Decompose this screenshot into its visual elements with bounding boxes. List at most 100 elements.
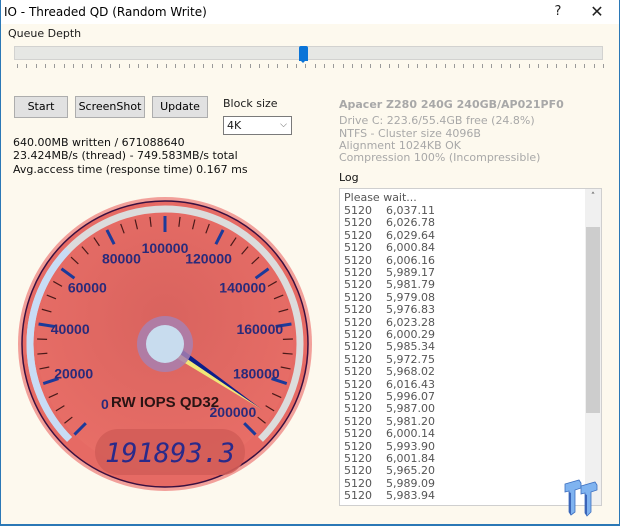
start-button[interactable]: Start bbox=[14, 96, 68, 118]
gauge-tick-label: 120000 bbox=[185, 250, 232, 266]
log-value: 5,981.79 bbox=[386, 278, 435, 292]
slider-tick bbox=[258, 64, 260, 68]
log-value: 5,985.34 bbox=[386, 340, 435, 354]
slider-tick bbox=[249, 64, 251, 68]
slider-tick bbox=[575, 64, 577, 68]
log-block-size: 5120 bbox=[344, 489, 372, 503]
log-value: 5,968.02 bbox=[386, 365, 435, 379]
queue-depth-label: Queue Depth bbox=[8, 27, 82, 40]
slider-tick bbox=[361, 64, 363, 68]
log-block-size: 5120 bbox=[344, 390, 372, 403]
gauge-minor-tick bbox=[282, 352, 293, 355]
log-value: 6,023.28 bbox=[386, 315, 435, 329]
log-block-size: 5120 bbox=[344, 266, 372, 279]
slider-tick bbox=[72, 64, 74, 68]
slider-tick bbox=[537, 64, 539, 68]
queue-depth-slider[interactable] bbox=[14, 46, 603, 60]
chevron-down-icon: ⌵ bbox=[280, 120, 287, 130]
slider-tick bbox=[156, 64, 158, 68]
scroll-up-icon[interactable]: ˄ bbox=[585, 189, 601, 206]
drive-info-compression: Compression 100% (Incompressible) bbox=[339, 151, 541, 164]
gauge-tick-label: 0 bbox=[101, 396, 109, 412]
slider-tick bbox=[491, 64, 493, 68]
close-button[interactable]: ✕ bbox=[584, 2, 610, 22]
log-block-size: 5120 bbox=[344, 315, 372, 329]
scroll-thumb[interactable] bbox=[586, 227, 600, 413]
written-stat: 640.00MB written / 671088640 bbox=[13, 136, 185, 149]
log-block-size: 5120 bbox=[344, 216, 372, 230]
update-button[interactable]: Update bbox=[152, 96, 208, 118]
slider-tick bbox=[509, 64, 511, 68]
slider-tick bbox=[35, 64, 37, 68]
gauge-readout: 191893.3 bbox=[105, 438, 235, 469]
slider-tick bbox=[184, 64, 186, 68]
log-value: 5,981.20 bbox=[386, 414, 435, 428]
log-value: 5,965.20 bbox=[386, 464, 435, 478]
log-value: 6,000.29 bbox=[386, 328, 435, 341]
tt-logo-icon bbox=[564, 479, 598, 517]
slider-tick bbox=[82, 64, 84, 68]
gauge-tick-label: 140000 bbox=[219, 280, 266, 296]
log-value: 6,006.16 bbox=[386, 253, 435, 267]
slider-tick bbox=[54, 64, 56, 68]
log-block-size: 5120 bbox=[344, 340, 372, 354]
log-block-size: 5120 bbox=[344, 464, 372, 478]
slider-tick bbox=[26, 64, 28, 68]
log-block-size: 5120 bbox=[344, 352, 372, 366]
slider-tick bbox=[379, 64, 381, 68]
slider-tick bbox=[528, 64, 530, 68]
slider-tick bbox=[463, 64, 465, 68]
screenshot-button[interactable]: ScreenShot bbox=[75, 96, 145, 118]
log-scrollbar[interactable]: ˄ bbox=[585, 189, 601, 505]
slider-tick bbox=[426, 64, 428, 68]
log-value: 6,000.14 bbox=[386, 427, 435, 441]
log-block-size: 5120 bbox=[344, 290, 372, 304]
slider-tick bbox=[193, 64, 195, 68]
log-list[interactable]: Please wait... 5120 6,037.11 5120 6,026.78 5… bbox=[339, 188, 602, 506]
log-value: 6,029.64 bbox=[386, 228, 435, 242]
slider-tick bbox=[91, 64, 93, 68]
slider-tick bbox=[110, 64, 112, 68]
slider-tick bbox=[519, 64, 521, 68]
gauge-tick-label: 160000 bbox=[236, 321, 283, 337]
log-value: 5,989.09 bbox=[386, 476, 435, 490]
slider-tick bbox=[296, 64, 298, 68]
log-value: 5,972.75 bbox=[386, 352, 435, 366]
slider-tick bbox=[482, 64, 484, 68]
slider-tick bbox=[221, 64, 223, 68]
log-value: 5,976.83 bbox=[386, 303, 435, 317]
gauge-tick-label: 20000 bbox=[54, 366, 93, 382]
block-size-select[interactable]: 4K ⌵ bbox=[223, 116, 292, 135]
log-block-size: 5120 bbox=[344, 253, 372, 267]
slider-tick bbox=[119, 64, 121, 68]
title-bar: IO - Threaded QD (Random Write) ? ✕ bbox=[1, 0, 619, 24]
log-value: 5,983.94 bbox=[386, 489, 435, 503]
gauge-tick-label: 80000 bbox=[102, 250, 141, 266]
slider-tick bbox=[603, 64, 604, 68]
help-button[interactable]: ? bbox=[546, 2, 570, 22]
slider-tick bbox=[165, 64, 167, 68]
log-block-size: 5120 bbox=[344, 427, 372, 441]
gauge-tick-label: 60000 bbox=[68, 280, 107, 296]
log-value: 5,996.07 bbox=[386, 390, 435, 403]
log-block-size: 5120 bbox=[344, 228, 372, 242]
access-time-stat: Avg.access time (response time) 0.167 ms bbox=[13, 163, 248, 176]
window-title: IO - Threaded QD (Random Write) bbox=[4, 5, 207, 19]
log-value: 6,016.43 bbox=[386, 377, 435, 391]
log-block-size: 5120 bbox=[344, 241, 372, 255]
log-block-size: 5120 bbox=[344, 452, 372, 465]
log-value: 5,993.90 bbox=[386, 439, 435, 453]
slider-tick bbox=[370, 64, 372, 68]
slider-tick bbox=[398, 64, 400, 68]
log-block-size: 5120 bbox=[344, 365, 372, 379]
drive-name: Apacer Z280 240G 240GB/AP021PF0 bbox=[339, 98, 564, 111]
gauge-tick-label: 100000 bbox=[142, 240, 189, 256]
slider-tick bbox=[584, 64, 586, 68]
slider-tick bbox=[323, 64, 325, 68]
slider-tick bbox=[212, 64, 214, 68]
slider-tick bbox=[44, 64, 46, 68]
log-value: 6,037.11 bbox=[386, 204, 435, 217]
slider-tick bbox=[63, 64, 65, 68]
slider-tick bbox=[203, 64, 205, 68]
queue-depth-slider-thumb[interactable] bbox=[298, 46, 308, 63]
